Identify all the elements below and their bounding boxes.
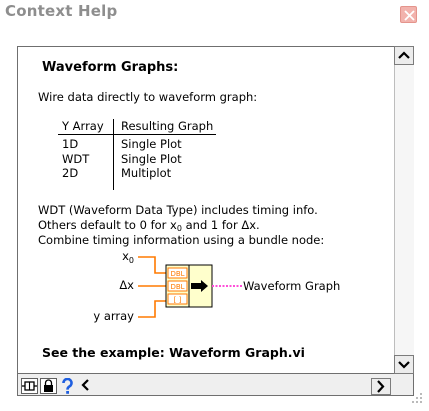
table-divider-horizontal	[58, 134, 216, 135]
arrow-up-icon	[398, 51, 410, 59]
table-cell: 2D	[62, 166, 79, 180]
table-cell: Single Plot	[121, 152, 182, 166]
svg-text:DBL: DBL	[170, 283, 184, 291]
resize-grip[interactable]	[411, 392, 423, 404]
arrow-left-icon	[81, 379, 89, 391]
defaults-text-part: Others default to 0 for x	[38, 218, 177, 232]
close-icon	[404, 10, 415, 21]
table-header-y-array: Y Array	[62, 119, 104, 133]
svg-text:DBL: DBL	[170, 270, 184, 278]
input-label-y-array: y array	[93, 309, 134, 323]
intro-text: Wire data directly to waveform graph:	[38, 90, 258, 104]
table-header-resulting-graph: Resulting Graph	[121, 119, 214, 133]
lock-icon	[44, 379, 53, 392]
window-title: Context Help	[5, 2, 118, 20]
combine-text: Combine timing information using a bundl…	[38, 233, 325, 247]
output-label: Waveform Graph	[243, 279, 340, 293]
scroll-up-button[interactable]	[394, 46, 414, 65]
question-mark-icon	[62, 377, 73, 394]
defaults-text-part: and 1 for Δx.	[181, 218, 260, 232]
table-cell: WDT	[62, 152, 90, 166]
arrow-down-icon	[398, 361, 410, 369]
example-link-text[interactable]: See the example: Waveform Graph.vi	[42, 345, 305, 361]
help-heading: Waveform Graphs:	[42, 60, 179, 75]
help-text: Waveform Graphs: Wire data directly to w…	[22, 52, 384, 370]
wire-y-array	[138, 300, 166, 318]
title-bar[interactable]: Context Help	[0, 0, 429, 26]
show-optional-terminals-button[interactable]	[21, 378, 38, 394]
scroll-left-button[interactable]	[77, 378, 94, 394]
wire-x0	[138, 256, 166, 274]
svg-text:[ ]: [ ]	[174, 296, 182, 304]
timing-info-text: WDT (Waveform Data Type) includes timing…	[38, 203, 318, 217]
input-label-dx: Δx	[119, 278, 134, 292]
input-label-x0: x0	[122, 249, 134, 265]
table-divider-vertical	[113, 119, 114, 190]
bundle-node-diagram: x0 Δx y array DBL DBL [ ] Waveform Graph	[93, 249, 340, 323]
lock-button[interactable]	[40, 378, 57, 394]
close-button[interactable]	[400, 6, 417, 23]
arrow-right-icon	[377, 380, 385, 393]
table-cell: Multiplot	[121, 166, 172, 180]
show-optional-terminals-icon	[22, 381, 37, 391]
table-cell: 1D	[62, 137, 79, 151]
context-help-window: Context Help Waveform Graphs: Wire data …	[0, 0, 429, 411]
scroll-down-button[interactable]	[394, 355, 414, 374]
table-cell: Single Plot	[121, 137, 182, 151]
subscript: 0	[129, 256, 134, 265]
scroll-right-button[interactable]	[371, 378, 391, 395]
detailed-help-button[interactable]	[59, 377, 76, 394]
vertical-scrollbar[interactable]	[394, 46, 414, 374]
